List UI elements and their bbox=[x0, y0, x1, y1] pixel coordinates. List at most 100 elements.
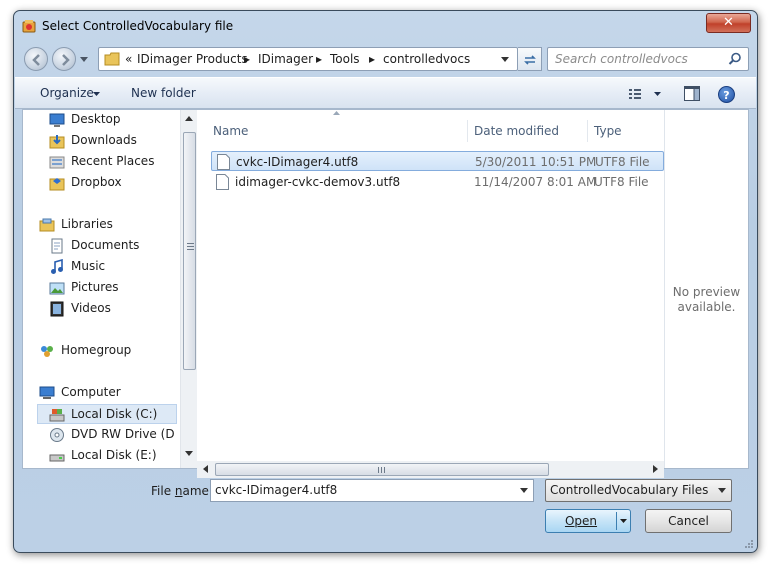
column-divider[interactable] bbox=[467, 120, 468, 142]
nav-item-label: Downloads bbox=[71, 133, 137, 147]
address-bar[interactable]: « IDimager Products ▸ IDimager ▸ Tools ▸… bbox=[98, 47, 518, 71]
nav-item-label: Homegroup bbox=[61, 343, 132, 357]
file-name-label: File name: bbox=[151, 484, 213, 498]
preview-pane-toggle-icon[interactable] bbox=[684, 86, 700, 101]
file-date: 11/14/2007 8:01 AM bbox=[474, 175, 597, 189]
breadcrumb-controlledvocs[interactable]: controlledvocs bbox=[383, 52, 470, 66]
nav-item-label: Music bbox=[71, 259, 106, 273]
computer-icon bbox=[39, 386, 55, 399]
nav-item-downloads[interactable]: Downloads bbox=[49, 131, 177, 151]
file-type: UTF8 File bbox=[594, 175, 649, 189]
resize-grip-icon[interactable] bbox=[744, 539, 754, 549]
organize-dropdown-icon[interactable] bbox=[93, 92, 100, 96]
dropbox-icon bbox=[49, 178, 65, 191]
app-icon bbox=[22, 20, 36, 33]
hard-disk-icon bbox=[49, 409, 65, 422]
nav-item-label: Local Disk (C:) bbox=[71, 407, 158, 421]
file-name-label-prefix: File bbox=[151, 484, 175, 498]
sort-ascending-icon bbox=[333, 111, 340, 115]
nav-item-homegroup[interactable]: Homegroup bbox=[39, 341, 177, 361]
title-bar[interactable]: Select ControlledVocabulary file ✕ bbox=[14, 11, 757, 41]
nav-item-dropbox[interactable]: Dropbox bbox=[49, 173, 177, 193]
dvd-drive-icon bbox=[50, 428, 64, 442]
open-options-dropdown-icon[interactable] bbox=[620, 519, 627, 523]
file-name-input[interactable]: cvkc-IDimager4.utf8 bbox=[210, 479, 534, 502]
breadcrumb-idimager[interactable]: IDimager bbox=[258, 52, 313, 66]
breadcrumb-tools[interactable]: Tools bbox=[330, 52, 360, 66]
file-type: UTF8 File bbox=[595, 155, 650, 169]
navigation-pane[interactable]: Desktop Downloads Recent Places Dropbox … bbox=[23, 110, 180, 468]
views-icon[interactable] bbox=[629, 88, 667, 100]
refresh-button[interactable] bbox=[518, 47, 542, 71]
column-header-name[interactable]: Name bbox=[213, 124, 248, 138]
open-button-label[interactable]: Open bbox=[546, 514, 616, 528]
nav-item-libraries[interactable]: Libraries bbox=[39, 215, 177, 235]
nav-item-label: Desktop bbox=[71, 112, 121, 126]
scroll-up-icon[interactable] bbox=[185, 116, 193, 121]
nav-item-local-disk-e[interactable]: Local Disk (E:) bbox=[49, 446, 177, 466]
nav-item-label: Computer bbox=[61, 385, 121, 399]
help-icon[interactable]: ? bbox=[718, 86, 735, 103]
scrollbar-thumb[interactable] bbox=[183, 132, 196, 370]
forward-button[interactable] bbox=[52, 47, 76, 71]
scroll-down-icon[interactable] bbox=[185, 451, 193, 456]
downloads-icon bbox=[49, 135, 65, 149]
split-divider bbox=[616, 512, 617, 530]
scrollbar-grip bbox=[378, 467, 379, 473]
chevron-down-icon[interactable] bbox=[520, 488, 528, 493]
file-list[interactable]: Name Date modified Type cvkc-IDimager4.u… bbox=[197, 110, 664, 468]
scroll-left-icon[interactable] bbox=[203, 465, 208, 473]
column-header-type[interactable]: Type bbox=[594, 124, 622, 138]
file-row[interactable]: cvkc-IDimager4.utf8 5/30/2011 10:51 PM U… bbox=[211, 151, 664, 171]
organize-button[interactable]: Organize bbox=[40, 86, 94, 100]
address-history-dropdown-icon[interactable] bbox=[501, 57, 509, 62]
nav-item-local-disk-c[interactable]: Local Disk (C:) bbox=[37, 404, 177, 424]
chevron-down-icon[interactable] bbox=[718, 488, 726, 493]
homegroup-icon bbox=[41, 346, 53, 357]
open-button[interactable]: Open bbox=[545, 509, 631, 533]
nav-item-desktop[interactable]: Desktop bbox=[49, 110, 177, 130]
back-button[interactable] bbox=[24, 47, 48, 71]
breadcrumb-separator[interactable]: ▸ bbox=[316, 52, 322, 66]
file-icon bbox=[217, 154, 230, 170]
scroll-right-icon[interactable] bbox=[653, 465, 658, 473]
nav-item-dvd-drive[interactable]: DVD RW Drive (D bbox=[49, 425, 177, 445]
forward-arrow-icon bbox=[62, 54, 70, 66]
file-row[interactable]: idimager-cvkc-demov3.utf8 11/14/2007 8:0… bbox=[211, 172, 664, 192]
column-header-date-modified[interactable]: Date modified bbox=[474, 124, 559, 138]
dialog-window: Select ControlledVocabulary file ✕ « IDi… bbox=[13, 10, 758, 553]
nav-item-videos[interactable]: Videos bbox=[49, 299, 177, 319]
folder-icon bbox=[104, 52, 120, 66]
breadcrumb-idimager-products[interactable]: IDimager Products bbox=[137, 52, 248, 66]
breadcrumb-overflow[interactable]: « bbox=[125, 52, 132, 66]
cancel-button[interactable]: Cancel bbox=[645, 509, 732, 533]
file-name: idimager-cvkc-demov3.utf8 bbox=[235, 175, 401, 189]
file-list-horizontal-scrollbar[interactable] bbox=[197, 461, 664, 478]
nav-item-label: Pictures bbox=[71, 280, 119, 294]
desktop-icon bbox=[49, 113, 65, 127]
nav-item-pictures[interactable]: Pictures bbox=[49, 278, 177, 298]
close-button[interactable]: ✕ bbox=[706, 13, 751, 33]
search-box[interactable]: Search controlledvocs bbox=[547, 47, 749, 71]
preview-line: No preview bbox=[672, 285, 741, 299]
breadcrumb-separator[interactable]: ▸ bbox=[244, 52, 250, 66]
breadcrumb-separator[interactable]: ▸ bbox=[369, 52, 375, 66]
file-name-label-suffix: ame: bbox=[182, 484, 213, 498]
file-name-value[interactable]: cvkc-IDimager4.utf8 bbox=[215, 483, 337, 497]
nav-item-documents[interactable]: Documents bbox=[49, 236, 177, 256]
nav-item-computer[interactable]: Computer bbox=[39, 383, 177, 403]
command-toolbar: Organize New folder ? bbox=[15, 77, 756, 109]
search-placeholder[interactable]: Search controlledvocs bbox=[555, 52, 688, 66]
scrollbar-thumb[interactable] bbox=[215, 463, 549, 476]
nav-item-label: Dropbox bbox=[71, 175, 122, 189]
navigation-scrollbar[interactable] bbox=[180, 110, 197, 468]
column-divider[interactable] bbox=[587, 120, 588, 142]
file-type-filter-select[interactable]: ControlledVocabulary Files (*.u bbox=[545, 479, 732, 502]
new-folder-button[interactable]: New folder bbox=[131, 86, 196, 100]
recent-places-icon bbox=[49, 156, 65, 169]
libraries-icon bbox=[39, 218, 55, 232]
nav-item-recent-places[interactable]: Recent Places bbox=[49, 152, 177, 172]
recent-pages-dropdown-icon[interactable] bbox=[80, 57, 88, 62]
nav-item-music[interactable]: Music bbox=[49, 257, 177, 277]
search-icon[interactable] bbox=[728, 52, 742, 66]
